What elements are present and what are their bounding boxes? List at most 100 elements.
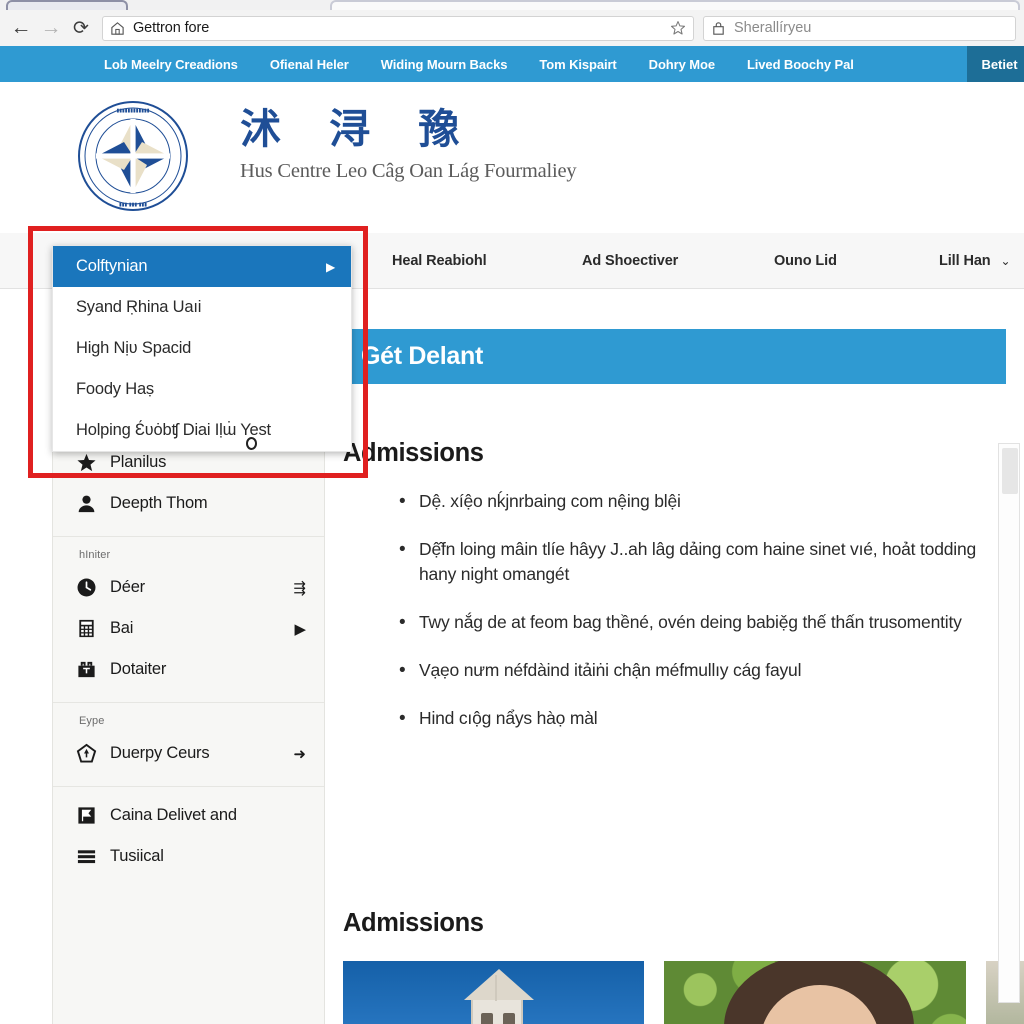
page-banner: Gét Delant	[343, 329, 1006, 384]
browser-window: ← → ⟳ Gettron fore Sherallíryeu Lob Meel…	[0, 0, 1024, 1024]
toolbox-icon	[75, 659, 97, 681]
person-icon	[75, 493, 97, 515]
site-utility-nav-items: Lob Meelry Creadions Ofienal Heler Widin…	[0, 57, 854, 72]
topnav-item-3[interactable]: Tom Kispairt	[539, 57, 616, 72]
submenu-arrow-icon: ▶	[325, 259, 335, 274]
sidebar-item-caina-delivet[interactable]: Caina Delivet and	[53, 795, 324, 836]
site-masthead: ▮▮▮▮▮▮▮▮▮▮▮▮ ▮▮▮ ▮▮▮ ▮▮▮ 沭 浔 豫 Hus Centr…	[0, 82, 1024, 233]
browser-tab-2[interactable]	[330, 0, 1020, 10]
back-button[interactable]: ←	[6, 13, 36, 43]
calculator-icon	[75, 618, 97, 640]
content-scrollbar[interactable]	[998, 443, 1020, 1003]
scrollbar-thumb[interactable]	[1002, 448, 1018, 494]
dropdown-item-1[interactable]: Syand Ṛhina Uaıi	[53, 287, 351, 328]
dropdown-item-label: Colftynian	[76, 257, 148, 275]
topnav-item-right[interactable]: Betiet	[967, 46, 1024, 82]
sidebar-item-label: Duerpy Ceurs	[110, 744, 210, 762]
mouse-cursor	[246, 437, 257, 450]
topnav-item-4[interactable]: Dohry Moe	[649, 57, 715, 72]
sidebar-item-deepth-thom[interactable]: Deepth Thom	[53, 483, 324, 524]
admissions-bullet-list: Dệ. xíệo nḱjnrbaing com nệing blệi Dệ̂fn…	[399, 488, 994, 753]
brand-subtitle: Hus Centre Leo Câg Oan Lág Fourmaliey	[240, 160, 577, 183]
sidebar-group-eype: Eype Duerpy Ceurs ➜	[53, 703, 324, 787]
flag-square-icon	[75, 805, 97, 827]
sidebar-group-label: Eype	[79, 715, 105, 727]
forward-button[interactable]: →	[36, 13, 66, 43]
tab-strip	[0, 0, 1024, 10]
site-utility-nav: Lob Meelry Creadions Ofienal Heler Widin…	[0, 46, 1024, 82]
student-sunglasses-photo[interactable]	[664, 961, 966, 1024]
svg-text:▮▮▮▮▮▮▮▮▮▮▮▮: ▮▮▮▮▮▮▮▮▮▮▮▮	[116, 108, 149, 114]
chevron-down-icon: ⌄	[1000, 254, 1011, 268]
bookmark-star-icon[interactable]	[670, 20, 686, 36]
sidebar-group-hiniter: hIniter Déer ⇶ Bai ▶ Dotaiter	[53, 537, 324, 703]
dropdown-item-label: Holping Ɛ́ʋȯbʧ Diai Iḷɯ̇ Yest	[76, 421, 271, 439]
dropdown-item-label: Foody Haṣ	[76, 380, 154, 398]
page-title: Admissions	[343, 439, 484, 467]
pentagon-tree-icon	[75, 743, 97, 765]
banner-title: Gét Delant	[361, 342, 484, 370]
topnav-item-5[interactable]: Lived Boochy Pal	[747, 57, 854, 72]
nav-dropdown-menu: Colftynian ▶ Syand Ṛhina Uaıi High Nịʋ S…	[52, 245, 352, 452]
list-item: Dệ̂fn loing mâin tlíe hâyy J..ah lâg dải…	[399, 536, 994, 588]
sidebar-item-label: Planilus	[110, 453, 167, 471]
list-item: Hind cıộg nẩys hàọ màl	[399, 705, 994, 733]
star-icon	[75, 452, 97, 474]
dropdown-item-4[interactable]: Holping Ɛ́ʋȯbʧ Diai Iḷɯ̇ Yest	[53, 410, 351, 451]
mainnav-item-3-label: Lill Han	[939, 253, 991, 269]
site-info-icon	[110, 21, 125, 36]
list-item: Twy nắg de at feom bag thềné, ovén deing…	[399, 609, 994, 637]
topnav-item-1[interactable]: Ofienal Heler	[270, 57, 349, 72]
topnav-item-0[interactable]: Lob Meelry Creadions	[104, 57, 238, 72]
fast-forward-arrow-icon[interactable]: ⇶	[293, 579, 306, 597]
sidebar-item-deer[interactable]: Déer ⇶	[53, 567, 324, 608]
sidebar-item-label: Caina Delivet and	[110, 806, 237, 824]
clock-tower-photo[interactable]	[343, 961, 645, 1024]
brand-block: 沭 浔 豫 Hus Centre Leo Câg Oan Lág Fourmal…	[240, 104, 577, 183]
sidebar-item-duerpy-ceurs[interactable]: Duerpy Ceurs ➜	[53, 733, 324, 774]
sidebar-item-label: Tusiical	[110, 847, 164, 865]
list-item: Dệ. xíệo nḱjnrbaing com nệing blệi	[399, 488, 994, 516]
dropdown-item-2[interactable]: High Nịʋ Spacid	[53, 328, 351, 369]
sidebar-item-label: Déer	[110, 578, 145, 596]
topnav-right-label: Betiet	[981, 56, 1018, 72]
site-main-nav-items: Heal Reabiohl Ad Shoectiver Ouno Lid Lil…	[392, 233, 1011, 289]
tower-window	[503, 1013, 515, 1024]
sidebar-item-label: Dotaiter	[110, 660, 167, 678]
svg-text:▮▮▮ ▮▮▮ ▮▮▮: ▮▮▮ ▮▮▮ ▮▮▮	[119, 202, 147, 208]
dropdown-item-label: High Nịʋ Spacid	[76, 339, 192, 357]
browser-tab-1[interactable]	[6, 0, 128, 10]
secondary-search-field[interactable]: Sherallíryeu	[703, 15, 1016, 41]
sidebar-group-extra: Caina Delivet and Tusiical	[53, 787, 324, 889]
sidebar-item-label: Bai	[110, 619, 134, 637]
mainnav-item-0[interactable]: Heal Reabiohl	[392, 253, 582, 269]
dropdown-item-label: Syand Ṛhina Uaıi	[76, 298, 202, 316]
right-arrow-icon[interactable]: ➜	[293, 745, 306, 763]
topnav-item-2[interactable]: Widing Mourn Backs	[381, 57, 508, 72]
mainnav-item-1[interactable]: Ad Shoectiver	[582, 253, 774, 269]
photo-card-row	[343, 961, 1024, 1024]
secondary-search-text: Sherallíryeu	[734, 20, 812, 36]
sidebar-item-tusiical[interactable]: Tusiical	[53, 836, 324, 877]
reload-button[interactable]: ⟳	[66, 13, 96, 43]
secondary-section-title: Admissions	[343, 909, 484, 937]
tower-spire	[495, 975, 497, 1001]
mainnav-item-3[interactable]: Lill Han ⌄	[939, 253, 1011, 269]
address-text: Gettron fore	[133, 20, 210, 36]
tower-body	[464, 969, 534, 1024]
browser-toolbar: ← → ⟳ Gettron fore Sherallíryeu	[0, 10, 1024, 46]
dropdown-item-colftynian[interactable]: Colftynian ▶	[53, 246, 351, 287]
bag-icon	[711, 21, 726, 36]
mainnav-item-2[interactable]: Ouno Lid	[774, 253, 939, 269]
play-arrow-icon[interactable]: ▶	[294, 620, 306, 638]
sidebar-item-bai[interactable]: Bai ▶	[53, 608, 324, 649]
sidebar-item-label: Deepth Thom	[110, 494, 208, 512]
sidebar-item-dotaiter[interactable]: Dotaiter	[53, 649, 324, 690]
list-item: Vạẹo nưm néfdàind itảiṅi chận méfmullıy …	[399, 657, 994, 685]
menu-lines-icon	[75, 846, 97, 868]
brand-title-cjk: 沭 浔 豫	[240, 105, 477, 153]
tower-window	[481, 1013, 493, 1024]
dropdown-item-3[interactable]: Foody Haṣ	[53, 369, 351, 410]
university-seal-icon: ▮▮▮▮▮▮▮▮▮▮▮▮ ▮▮▮ ▮▮▮ ▮▮▮	[77, 100, 189, 212]
address-bar[interactable]: Gettron fore	[102, 15, 694, 41]
